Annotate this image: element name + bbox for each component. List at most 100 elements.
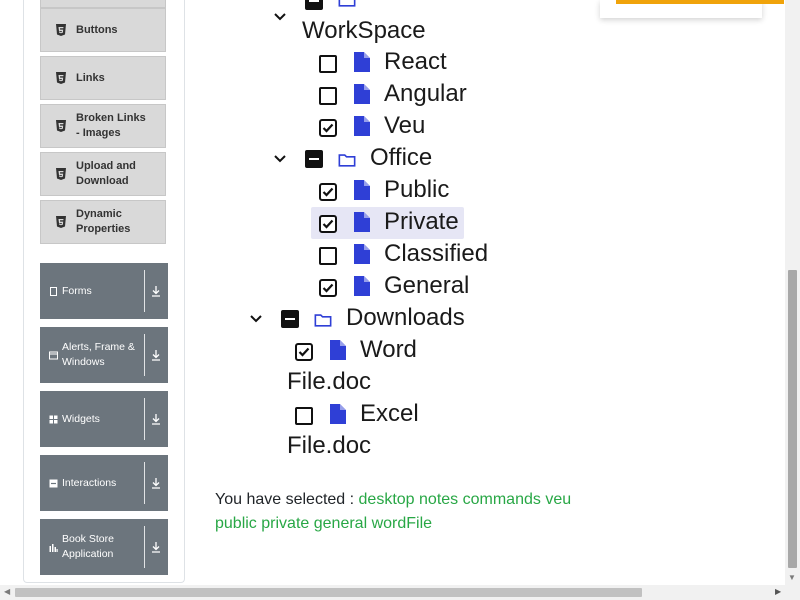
vertical-scrollbar-thumb[interactable] — [788, 270, 797, 568]
result-item: veu — [545, 491, 572, 508]
downloads-checkbox[interactable] — [281, 310, 299, 328]
file-icon — [354, 116, 370, 136]
sidebar-item-upload-download[interactable]: Upload and Download — [40, 152, 166, 196]
tree-label-excel-file-cont[interactable]: File.doc — [287, 430, 371, 462]
download-arrow-icon[interactable] — [150, 412, 162, 426]
result-item: general — [313, 515, 368, 532]
sidebar-item-label: Dynamic Properties — [76, 208, 131, 235]
sidebar-item-label: Links — [76, 71, 105, 84]
sidebar-group-label: Forms — [62, 284, 92, 297]
download-arrow-icon[interactable] — [150, 540, 162, 554]
tree-label-workspace[interactable]: WorkSpace — [302, 15, 426, 47]
list-icon — [49, 479, 58, 487]
sidebar-group-label: Book Store Application — [62, 533, 114, 560]
sidebar-group-interactions[interactable]: Interactions — [40, 455, 168, 511]
sidebar-group-label: Alerts, Frame & Windows — [62, 341, 135, 368]
folder-icon — [314, 314, 332, 327]
tree-label-public[interactable]: Public — [384, 174, 449, 206]
group-separator — [144, 526, 145, 568]
sidebar-group-widgets[interactable]: Widgets — [40, 391, 168, 447]
result-item: wordFile — [371, 515, 433, 532]
scroll-right-arrow-icon[interactable]: ▶ — [775, 587, 781, 596]
result-item: commands — [462, 491, 541, 508]
word-file-checkbox[interactable] — [295, 343, 313, 361]
office-checkbox[interactable] — [305, 150, 323, 168]
result-item: private — [261, 515, 310, 532]
sidebar-group-label: Widgets — [62, 412, 100, 425]
file-icon — [354, 84, 370, 104]
group-separator — [144, 462, 145, 504]
veu-checkbox[interactable] — [319, 119, 337, 137]
popup-remnant — [600, 0, 762, 18]
sidebar-group-alerts[interactable]: Alerts, Frame & Windows — [40, 327, 168, 383]
download-arrow-icon[interactable] — [150, 348, 162, 362]
sidebar-group-forms[interactable]: Forms — [40, 263, 168, 319]
scroll-down-arrow-icon[interactable]: ▼ — [788, 573, 796, 582]
chart-icon — [49, 543, 58, 552]
chevron-down-icon[interactable] — [272, 9, 288, 25]
tree-label-veu[interactable]: Veu — [384, 110, 425, 142]
sidebar-item-links[interactable]: Links — [40, 56, 166, 100]
public-checkbox[interactable] — [319, 183, 337, 201]
group-separator — [144, 334, 145, 376]
angular-checkbox[interactable] — [319, 87, 337, 105]
file-icon — [330, 340, 346, 360]
result-item: notes — [419, 491, 459, 508]
grid-icon — [49, 415, 58, 423]
tree-label-classified[interactable]: Classified — [384, 238, 488, 270]
sidebar-sub-item-cut[interactable] — [40, 0, 166, 8]
file-icon — [354, 180, 370, 200]
classified-checkbox[interactable] — [319, 247, 337, 265]
html5-icon — [56, 168, 66, 180]
horizontal-scrollbar-thumb[interactable] — [15, 588, 642, 597]
sidebar-item-dynamic-properties[interactable]: Dynamic Properties — [40, 200, 166, 244]
window-icon — [49, 351, 58, 359]
tree-label-react[interactable]: React — [384, 46, 447, 78]
download-arrow-icon[interactable] — [150, 476, 162, 490]
selection-result: You have selected : desktop notes comman… — [215, 488, 575, 536]
file-icon — [50, 286, 57, 296]
folder-icon — [338, 0, 356, 7]
react-checkbox[interactable] — [319, 55, 337, 73]
tree-label-office[interactable]: Office — [370, 142, 432, 174]
sidebar-item-label: Upload and Download — [76, 160, 136, 187]
sidebar-group-book-store[interactable]: Book Store Application — [40, 519, 168, 575]
private-checkbox[interactable] — [319, 215, 337, 233]
horizontal-scrollbar[interactable]: ◀ ▶ — [0, 585, 785, 600]
tree-label-private[interactable]: Private — [384, 206, 459, 238]
html5-icon — [56, 72, 66, 84]
tree-label-word-file[interactable]: Word — [360, 334, 417, 366]
sidebar-item-label: Buttons — [76, 23, 118, 36]
download-arrow-icon[interactable] — [150, 284, 162, 298]
file-icon — [330, 404, 346, 424]
tree-label-general[interactable]: General — [384, 270, 469, 302]
chevron-down-icon[interactable] — [248, 311, 264, 327]
scroll-left-arrow-icon[interactable]: ◀ — [4, 587, 10, 596]
popup-accent-bar-right — [762, 0, 784, 4]
file-icon — [354, 244, 370, 264]
sidebar-group-label: Interactions — [62, 476, 117, 489]
tree-label-word-file-cont[interactable]: File.doc — [287, 366, 371, 398]
group-separator — [144, 398, 145, 440]
group-separator — [144, 270, 145, 312]
html5-icon — [56, 120, 66, 132]
result-prefix: You have selected : — [215, 491, 359, 508]
general-checkbox[interactable] — [319, 279, 337, 297]
file-icon — [354, 276, 370, 296]
tree-label-excel-file[interactable]: Excel — [360, 398, 419, 430]
chevron-down-icon[interactable] — [272, 151, 288, 167]
file-icon — [354, 212, 370, 232]
workspace-checkbox[interactable] — [305, 0, 323, 10]
tree-label-downloads[interactable]: Downloads — [346, 302, 465, 334]
sidebar-item-buttons[interactable]: Buttons — [40, 8, 166, 52]
excel-file-checkbox[interactable] — [295, 407, 313, 425]
sidebar-item-broken-links[interactable]: Broken Links - Images — [40, 104, 166, 148]
vertical-scrollbar[interactable]: ▼ — [785, 0, 800, 585]
tree-label-angular[interactable]: Angular — [384, 78, 467, 110]
popup-accent-bar — [616, 0, 762, 4]
file-icon — [354, 52, 370, 72]
html5-icon — [56, 216, 66, 228]
result-item: desktop — [358, 491, 415, 508]
html5-icon — [56, 24, 66, 36]
result-item: public — [215, 515, 257, 532]
